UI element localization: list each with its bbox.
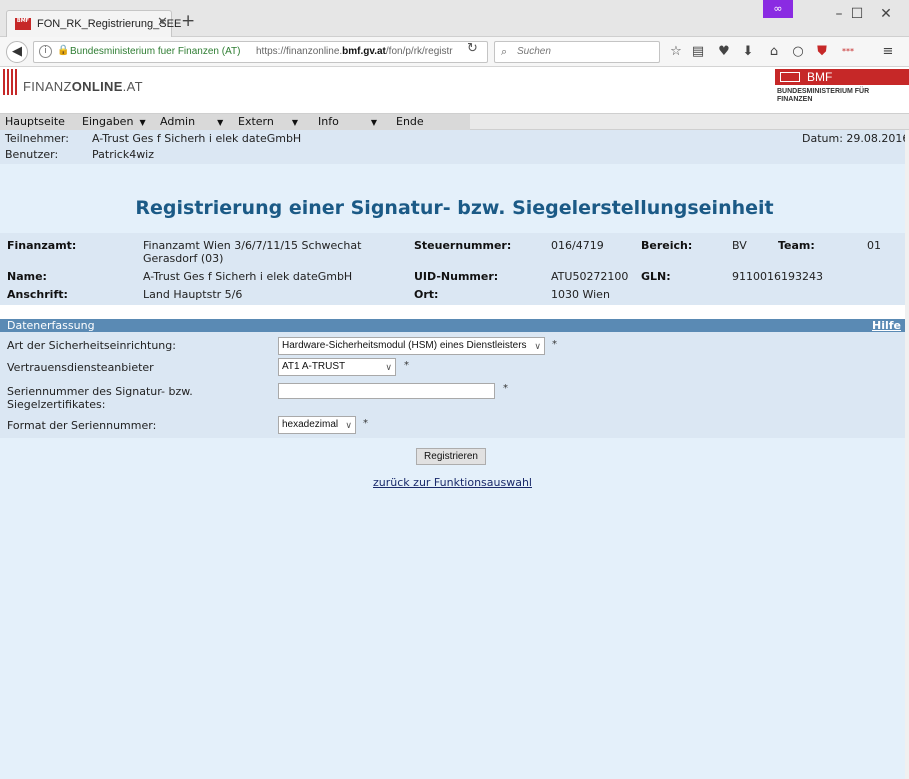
chevron-down-icon: ∨	[534, 341, 541, 351]
steuernummer-label: Steuernummer:	[414, 239, 512, 252]
team-label: Team:	[778, 239, 815, 252]
data-entry-form: Art der Sicherheitseinrichtung: Hardware…	[0, 332, 909, 438]
format-label: Format der Seriennummer:	[7, 419, 157, 432]
finanzonline-logo[interactable]: FINANZONLINE.AT	[23, 79, 143, 94]
device-type-select[interactable]: Hardware-Sicherheitsmodul (HSM) eines Di…	[278, 337, 545, 355]
serial-label-line1: Seriennummer des Signatur- bzw.	[7, 385, 193, 398]
page-title: Registrierung einer Signatur- bzw. Siege…	[135, 197, 774, 219]
back-arrow-icon[interactable]: ◀	[6, 41, 28, 63]
eagle-emblem-icon	[780, 72, 800, 82]
pocket-icon[interactable]: ♥	[716, 45, 732, 61]
bmf-subtitle: BUNDESMINISTERIUM FÜR FINANZEN	[777, 88, 870, 103]
hamburger-menu-icon[interactable]: ≡	[880, 45, 896, 61]
bookmark-star-icon[interactable]: ☆	[668, 45, 684, 61]
provider-label: Vertrauensdiensteanbieter	[7, 361, 154, 374]
info-icon[interactable]: i	[39, 45, 52, 58]
date-text: Datum: 29.08.2016	[802, 132, 909, 145]
chevron-down-icon: ∨	[385, 362, 392, 372]
help-link[interactable]: Hilfe	[872, 319, 901, 332]
close-window-icon[interactable]: ✕	[877, 6, 895, 22]
shield-addon-icon[interactable]: ⛊	[814, 45, 830, 61]
reload-icon[interactable]: ↻	[467, 41, 478, 56]
gln-value: 9110016193243	[732, 270, 823, 283]
format-select[interactable]: hexadezimal ∨	[278, 416, 356, 434]
chevron-down-icon: ∨	[345, 420, 352, 430]
url-text[interactable]: https://finanzonline.bmf.gv.at/fon/p/rk/…	[256, 46, 476, 57]
required-mark: *	[552, 339, 557, 350]
anschrift-value: Land Hauptstr 5/6	[143, 288, 243, 301]
browser-navbar: ◀ i 🔒 Bundesministerium fuer Finanzen (A…	[0, 37, 909, 67]
search-icon: ⌕	[501, 45, 508, 58]
menu-item-info[interactable]: Info ▼	[318, 115, 377, 128]
menu-item-admin[interactable]: Admin ▼	[160, 115, 223, 128]
back-to-functions-link[interactable]: zurück zur Funktionsauswahl	[0, 476, 905, 489]
uid-label: UID-Nummer:	[414, 270, 499, 283]
menu-item-hauptseite[interactable]: Hauptseite	[5, 115, 65, 128]
ort-value: 1030 Wien	[551, 288, 610, 301]
finanzamt-label: Finanzamt:	[7, 239, 77, 252]
site-header: FINANZONLINE.AT BMF BUNDESMINISTERIUM FÜ…	[0, 67, 909, 113]
name-value: A-Trust Ges f Sicherh i elek dateGmbH	[143, 270, 353, 283]
section-title: Datenerfassung	[7, 319, 95, 332]
lock-icon: 🔒	[57, 45, 70, 56]
menu-item-eingaben[interactable]: Eingaben ▼	[82, 115, 146, 128]
taxpayer-block: Finanzamt: Finanzamt Wien 3/6/7/11/15 Sc…	[0, 233, 909, 305]
bmf-favicon-icon: BMF	[15, 18, 31, 30]
home-icon[interactable]: ⌂	[766, 45, 782, 61]
menu-item-extern[interactable]: Extern ▼	[238, 115, 298, 128]
chat-icon[interactable]: ○	[790, 45, 806, 61]
section-header: Datenerfassung Hilfe	[0, 319, 909, 332]
name-label: Name:	[7, 270, 47, 283]
main-menu: Hauptseite Eingaben ▼ Admin ▼ Extern ▼ Info…	[0, 113, 909, 130]
title-area: Registrierung einer Signatur- bzw. Siege…	[0, 164, 909, 233]
site-identity: Bundesministerium fuer Finanzen (AT)	[70, 46, 241, 57]
search-placeholder: Suchen	[517, 46, 551, 57]
minimize-icon[interactable]: –	[830, 6, 848, 22]
download-icon[interactable]: ⬇	[740, 45, 756, 61]
tab-close-icon[interactable]: ✕	[157, 15, 168, 30]
required-mark: *	[404, 360, 409, 371]
bereich-label: Bereich:	[641, 239, 693, 252]
dropdown-arrow-icon: ▼	[370, 118, 377, 127]
user-label: Benutzer:	[5, 148, 59, 161]
scrollbar[interactable]	[905, 130, 909, 779]
dropdown-arrow-icon: ▼	[139, 118, 146, 127]
required-mark: *	[503, 383, 508, 394]
user-value: Patrick4wiz	[92, 148, 155, 161]
search-bar[interactable]: ⌕ Suchen	[494, 41, 660, 63]
private-mask-icon: ∞	[763, 0, 793, 18]
finanzamt-value-line1: Finanzamt Wien 3/6/7/11/15 Schwechat	[143, 239, 362, 252]
participant-label: Teilnehmer:	[5, 132, 69, 145]
finanzamt-value-line2: Gerasdorf (03)	[143, 252, 224, 265]
bereich-value: BV	[732, 239, 747, 252]
register-button[interactable]: Registrieren	[416, 448, 486, 465]
new-tab-button[interactable]: +	[181, 13, 195, 30]
uid-value: ATU50272100	[551, 270, 629, 283]
browser-titlebar: BMF FON_RK_Registrierung_SEE ✕ + ∞ – ☐ ✕	[0, 0, 909, 37]
provider-select[interactable]: AT1 A-TRUST ∨	[278, 358, 396, 376]
required-mark: *	[363, 418, 368, 429]
anschrift-label: Anschrift:	[7, 288, 68, 301]
bmf-logo: BMF	[775, 69, 909, 85]
bmf-label: BMF	[807, 70, 833, 84]
device-type-label: Art der Sicherheitseinrichtung:	[7, 339, 176, 352]
menu-item-ende[interactable]: Ende	[396, 115, 424, 128]
finanzonline-logo-icon	[3, 69, 17, 95]
maximize-icon[interactable]: ☐	[848, 6, 866, 22]
gln-label: GLN:	[641, 270, 671, 283]
browser-tab[interactable]: BMF FON_RK_Registrierung_SEE ✕	[6, 10, 181, 37]
team-value: 01	[867, 239, 881, 252]
url-bar[interactable]: i 🔒 Bundesministerium fuer Finanzen (AT)…	[33, 41, 488, 63]
dropdown-arrow-icon: ▼	[217, 118, 224, 127]
serial-number-input[interactable]	[278, 383, 495, 399]
session-info: Teilnehmer: A-Trust Ges f Sicherh i elek…	[0, 130, 909, 164]
password-addon-icon[interactable]: ***	[840, 45, 856, 61]
serial-label-line2: Siegelzertifikates:	[7, 398, 106, 411]
dropdown-arrow-icon: ▼	[291, 118, 298, 127]
ort-label: Ort:	[414, 288, 439, 301]
steuernummer-value: 016/4719	[551, 239, 604, 252]
content-background	[0, 438, 905, 779]
participant-value: A-Trust Ges f Sicherh i elek dateGmbH	[92, 132, 302, 145]
reading-list-icon[interactable]: ▤	[690, 45, 706, 61]
